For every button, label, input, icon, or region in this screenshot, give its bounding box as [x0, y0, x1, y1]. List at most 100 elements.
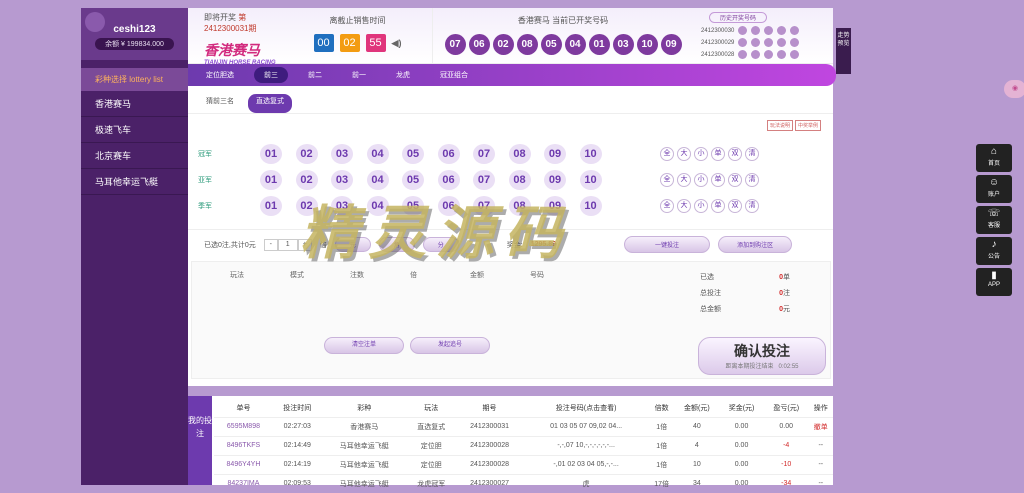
- table-cell[interactable]: 6595M898: [214, 416, 273, 436]
- sum-unit: 元: [783, 306, 790, 313]
- avatar[interactable]: [85, 12, 105, 32]
- history-button[interactable]: 历史开奖号码: [709, 12, 768, 23]
- table-cell: 0.00: [719, 416, 764, 436]
- app-icon: ▮: [991, 270, 997, 281]
- nav-notice[interactable]: ♪ 公告: [976, 237, 1012, 265]
- bet-action: --: [808, 454, 833, 474]
- bets-col-header: 投注号码(点击查看): [555, 404, 617, 412]
- cart-col: 玩法: [230, 272, 244, 279]
- rules-link[interactable]: 玩法说明: [766, 120, 793, 131]
- draw-ball: 01: [588, 34, 610, 55]
- number-ball[interactable]: 07: [473, 144, 495, 164]
- quick-select-button[interactable]: 大: [677, 173, 691, 187]
- multiple-input[interactable]: 1: [277, 238, 298, 251]
- confirm-label: 确认投注: [734, 343, 790, 359]
- quick-select-button[interactable]: 清: [745, 147, 759, 161]
- nav-label: 首页: [987, 161, 1000, 167]
- quick-select-button[interactable]: 双: [728, 147, 742, 161]
- sidebar-item-hk-horse[interactable]: 香港赛马: [81, 91, 188, 117]
- number-ball[interactable]: 09: [544, 144, 566, 164]
- tab-top2[interactable]: 前二: [298, 67, 332, 83]
- quick-select-button[interactable]: 全: [660, 147, 674, 161]
- track-button[interactable]: 发起追号: [410, 337, 490, 354]
- bet-action[interactable]: 撤单: [808, 416, 833, 436]
- tab-top3[interactable]: 前三: [254, 67, 288, 83]
- current-draw-balls: 07 06 02 08 05 04 01 03 10 09: [433, 34, 693, 55]
- number-ball[interactable]: 05: [402, 144, 424, 164]
- nav-home[interactable]: ⌂ 首页: [976, 144, 1012, 172]
- subtab-guess-top3[interactable]: 猜前三名: [202, 94, 238, 113]
- draw-ball: 03: [612, 34, 634, 55]
- number-ball[interactable]: 10: [579, 196, 602, 216]
- trend-preview-tab[interactable]: 走势预览: [836, 28, 851, 74]
- number-ball[interactable]: 01: [260, 170, 282, 190]
- bets-col-header: 操作: [813, 404, 828, 412]
- quick-select-button[interactable]: 大: [677, 199, 691, 213]
- selected-summary: 已选0注,共计0元: [204, 241, 256, 249]
- tab-top1[interactable]: 前一: [342, 67, 376, 83]
- quick-select-button[interactable]: 清: [745, 199, 759, 213]
- table-cell: 定位胆: [406, 454, 456, 474]
- table-cell: 1倍: [648, 435, 675, 455]
- quick-select-button[interactable]: 大: [677, 147, 691, 161]
- number-ball[interactable]: 01: [260, 196, 282, 216]
- quick-select-button[interactable]: 双: [728, 173, 742, 187]
- minus-button[interactable]: -: [263, 238, 278, 251]
- position-row: 冠军 01 02 03 04 05 06 07 08 09 10 全大小单双清: [188, 141, 833, 167]
- table-cell: 香港赛马: [321, 416, 407, 436]
- table-cell[interactable]: -,01 02 03 04 05,-,-...: [523, 454, 649, 474]
- number-ball[interactable]: 01: [260, 144, 282, 164]
- number-ball[interactable]: 10: [579, 144, 602, 164]
- quick-select-button[interactable]: 小: [694, 199, 708, 213]
- sidebar-item-malta-boat[interactable]: 马耳他幸运飞艇: [81, 169, 188, 195]
- number-ball[interactable]: 02: [295, 144, 318, 164]
- lottery-list-header[interactable]: 彩种选择 lottery list: [81, 68, 188, 91]
- table-cell: 2412300028: [455, 435, 524, 455]
- nav-app[interactable]: ▮ APP: [976, 268, 1012, 296]
- number-ball[interactable]: 03: [331, 144, 353, 164]
- current-draw-label: 香港赛马 当前已开奖号码: [517, 16, 609, 25]
- table-cell[interactable]: 8496TKFS: [214, 435, 273, 455]
- quick-select-button[interactable]: 单: [711, 173, 725, 187]
- number-ball[interactable]: 06: [437, 144, 460, 164]
- subtab-direct[interactable]: 直选复式: [248, 94, 292, 113]
- number-ball[interactable]: 08: [508, 144, 531, 164]
- one-click-bet-button[interactable]: 一键投注: [624, 236, 711, 253]
- confirm-bet-button[interactable]: 确认投注 距离本期投注结束 0:02:55: [698, 337, 826, 375]
- tab-position[interactable]: 定位胆选: [196, 67, 244, 83]
- tab-dragon-tiger[interactable]: 龙虎: [386, 67, 420, 83]
- cart-col: 模式: [290, 272, 304, 279]
- add-to-cart-button[interactable]: 添加到购注区: [718, 236, 793, 253]
- speaker-icon[interactable]: ◀): [392, 38, 402, 49]
- quick-select-button[interactable]: 单: [711, 199, 725, 213]
- number-ball[interactable]: 10: [579, 170, 602, 190]
- number-ball[interactable]: 04: [366, 144, 389, 164]
- floating-chat-icon[interactable]: ◉: [1004, 80, 1024, 98]
- clear-cart-button[interactable]: 清空注单: [324, 337, 404, 354]
- tab-combo[interactable]: 冠亚组合: [430, 67, 478, 83]
- table-cell[interactable]: 虎: [523, 473, 649, 493]
- quick-select-button[interactable]: 双: [728, 199, 742, 213]
- table-cell[interactable]: 8496Y4YH: [214, 454, 273, 474]
- table-cell: -10: [763, 454, 809, 474]
- position-label: 季军: [198, 203, 212, 210]
- quick-select-button[interactable]: 小: [694, 173, 708, 187]
- quick-select-button[interactable]: 全: [660, 173, 674, 187]
- quick-select-button[interactable]: 清: [745, 173, 759, 187]
- example-link[interactable]: 中奖举例: [794, 120, 821, 131]
- cart-col: 金额: [470, 272, 484, 279]
- history-row: 2412300028: [701, 50, 833, 59]
- sidebar-item-speed-car[interactable]: 极速飞车: [81, 117, 188, 143]
- nav-label: 公告: [987, 254, 1000, 260]
- table-cell[interactable]: 84237IMA: [214, 473, 273, 493]
- table-cell[interactable]: -,-,07 10,-,-,-,-,-,-...: [523, 435, 649, 455]
- bets-col-header: 单号: [236, 404, 251, 412]
- sidebar-item-beijing-racing[interactable]: 北京赛车: [81, 143, 188, 169]
- table-cell[interactable]: 01 03 05 07 09,02 04...: [523, 416, 649, 436]
- quick-select-button[interactable]: 小: [694, 147, 708, 161]
- nav-support[interactable]: ☏ 客服: [976, 206, 1012, 234]
- bet-action: --: [808, 435, 833, 455]
- nav-account[interactable]: ☺ 账户: [976, 175, 1012, 203]
- quick-select-button[interactable]: 单: [711, 147, 725, 161]
- quick-select-button[interactable]: 全: [660, 199, 674, 213]
